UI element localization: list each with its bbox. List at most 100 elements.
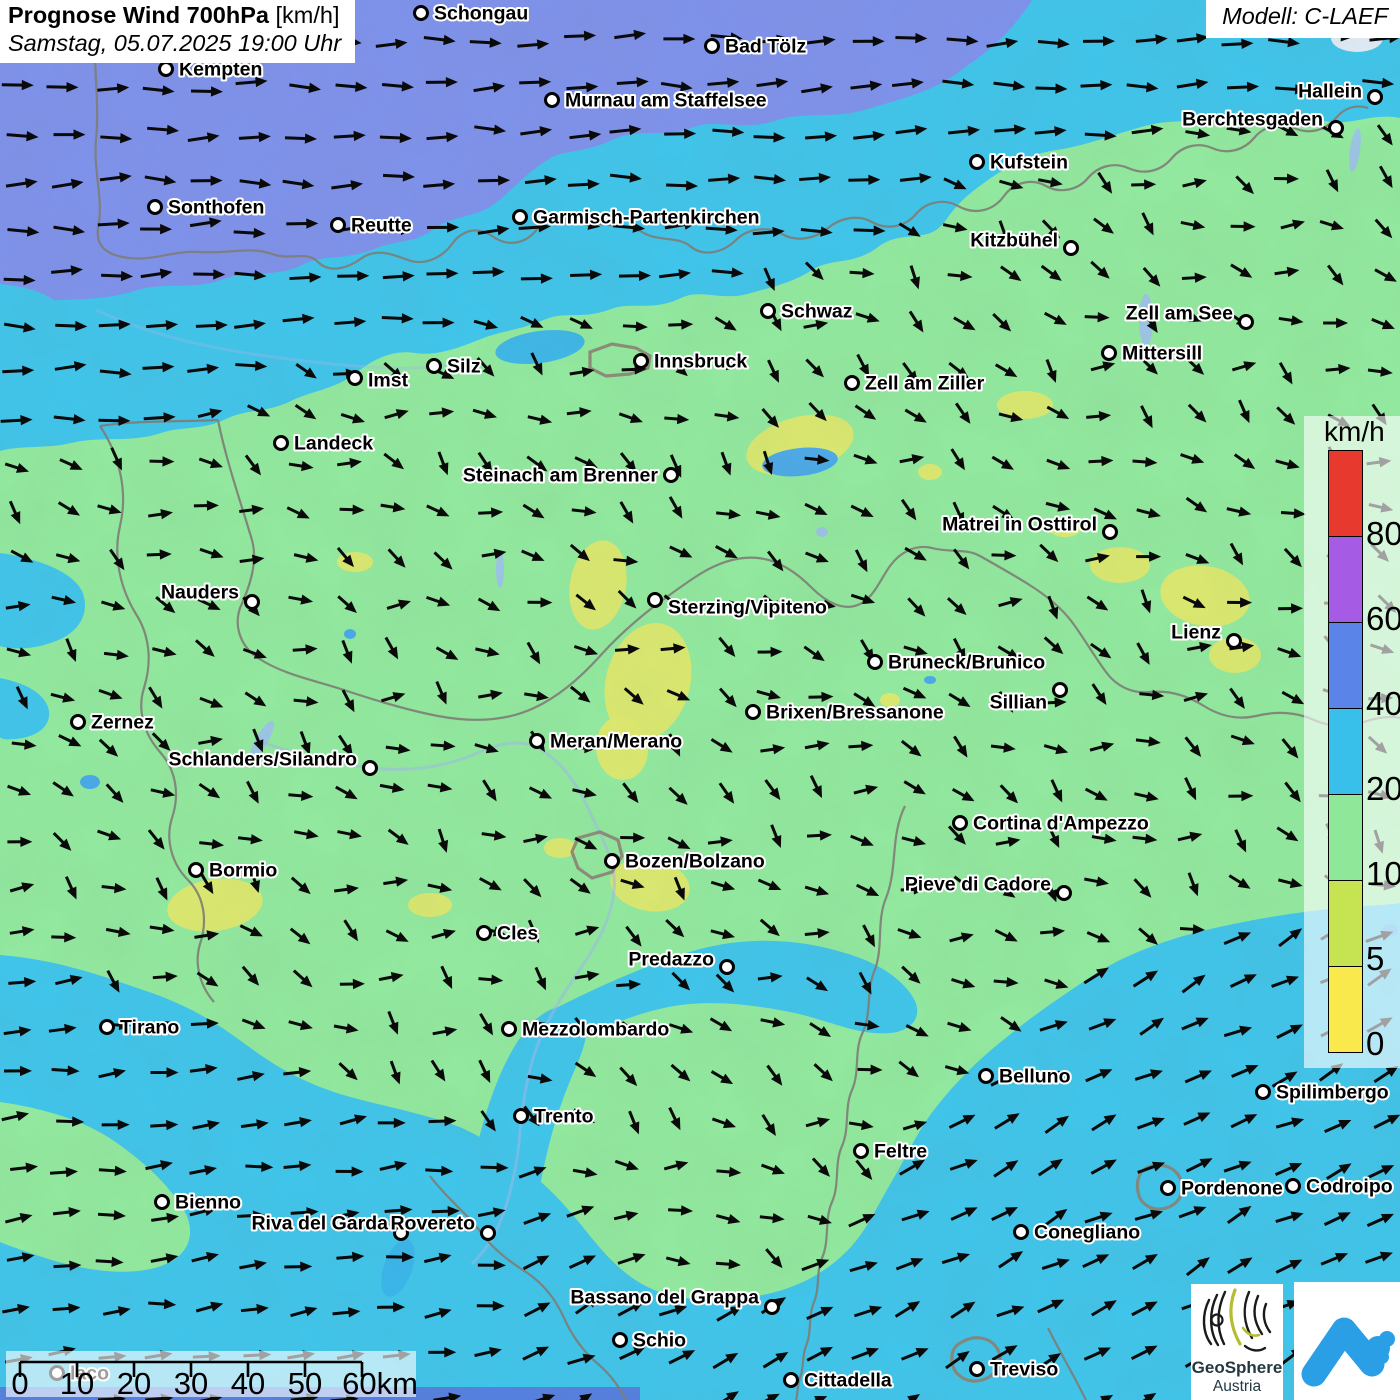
city-marker <box>1015 1226 1028 1239</box>
city-marker <box>531 735 544 748</box>
legend-tick-label: 60 <box>1366 600 1400 638</box>
geosphere-accent-line <box>1231 1290 1240 1344</box>
city-marker <box>954 817 967 830</box>
city-marker <box>482 1227 495 1240</box>
city-marker <box>1058 887 1071 900</box>
city-label: Brixen/Bressanone <box>766 702 944 724</box>
city-label: Kufstein <box>990 152 1068 174</box>
legend-tick-label: 40 <box>1366 685 1400 723</box>
city-marker <box>1103 347 1116 360</box>
city-marker <box>515 1110 528 1123</box>
city-label: Bad Tölz <box>725 36 806 58</box>
city-label: Kitzbühel <box>970 230 1058 252</box>
city-label: Silz <box>447 356 481 378</box>
city-label: Innsbruck <box>654 351 747 373</box>
city-label: Bassano del Grappa <box>570 1287 759 1309</box>
city-label: Tirano <box>120 1017 179 1039</box>
city-label: Bruneck/Brunico <box>888 652 1045 674</box>
city-marker <box>980 1070 993 1083</box>
city-label: Belluno <box>999 1066 1071 1088</box>
city-label: Schwaz <box>781 301 853 323</box>
city-marker <box>1054 684 1067 697</box>
city-marker <box>428 360 441 373</box>
city-label: Berchtesgaden <box>1182 109 1323 131</box>
scale-label: 60km <box>342 1366 416 1397</box>
scale-label: 20 <box>117 1366 151 1397</box>
legend-segment <box>1329 709 1362 795</box>
legend-segment <box>1329 795 1362 881</box>
legend-segment <box>1329 881 1362 967</box>
city-marker <box>149 201 162 214</box>
geosphere-contours-icon <box>1191 1284 1283 1358</box>
city-marker <box>1162 1182 1175 1195</box>
city-marker <box>614 1334 627 1347</box>
city-label: Codroipo <box>1306 1176 1393 1198</box>
city-marker <box>665 469 678 482</box>
map-canvas: SchongauBad TölzKemptenMurnau am Staffel… <box>0 0 1400 1400</box>
scale-ruler: 0102030405060km <box>6 1351 416 1397</box>
city-label: Bienno <box>175 1192 241 1214</box>
legend: km/h 806040201050 <box>1304 416 1400 1068</box>
city-label: Riva del Garda <box>251 1213 388 1235</box>
title-main: Prognose Wind 700hPa <box>8 2 269 28</box>
scale-label: 40 <box>231 1366 265 1397</box>
city-marker <box>503 1023 516 1036</box>
city-label: Garmisch-Partenkirchen <box>533 207 760 229</box>
city-label: Hallein <box>1298 81 1362 103</box>
city-label: Trento <box>534 1106 594 1128</box>
city-label: Rovereto <box>390 1213 475 1235</box>
city-label: Mittersill <box>1122 343 1202 365</box>
city-marker <box>1228 635 1241 648</box>
scale-label: 10 <box>60 1366 94 1397</box>
city-label: Schongau <box>434 3 528 25</box>
model-label: Modell: C-LAEF <box>1206 0 1400 38</box>
city-marker <box>785 1374 798 1387</box>
partner-logo-box <box>1294 1282 1400 1400</box>
city-label: Predazzo <box>628 949 714 971</box>
city-label: Conegliano <box>1034 1222 1140 1244</box>
city-label: Landeck <box>294 433 373 455</box>
city-label: Treviso <box>990 1359 1058 1381</box>
city-marker <box>190 864 203 877</box>
geosphere-logo-box: GeoSphere Austria <box>1191 1284 1283 1400</box>
city-marker <box>101 1021 114 1034</box>
title-unit: [km/h] <box>269 2 340 28</box>
city-label: Pordenone <box>1181 1178 1283 1200</box>
city-marker <box>747 706 760 719</box>
city-marker <box>1287 1180 1300 1193</box>
city-marker <box>606 855 619 868</box>
city-marker <box>855 1145 868 1158</box>
city-marker <box>478 927 491 940</box>
page-title: Prognose Wind 700hPa [km/h] <box>8 2 341 30</box>
city-label: Zernez <box>91 712 154 734</box>
city-marker <box>762 305 775 318</box>
city-marker <box>1065 242 1078 255</box>
city-label: Bormio <box>209 860 277 882</box>
legend-tick-label: 20 <box>1366 770 1400 808</box>
city-label: Steinach am Brenner <box>463 465 658 487</box>
city-marker <box>869 656 882 669</box>
city-label: Spilimbergo <box>1276 1082 1389 1104</box>
legend-segment <box>1329 623 1362 709</box>
legend-color-bar <box>1328 450 1363 1053</box>
city-marker <box>971 156 984 169</box>
scale-label: 0 <box>11 1366 28 1397</box>
city-marker <box>1330 122 1343 135</box>
city-label: Sterzing/Vipiteno <box>668 597 827 619</box>
city-label: Bozen/Bolzano <box>625 851 765 873</box>
city-marker <box>246 596 259 609</box>
scale-label: 50 <box>288 1366 322 1397</box>
city-label: Feltre <box>874 1141 927 1163</box>
city-label: Schlanders/Silandro <box>168 749 357 771</box>
city-marker <box>1104 526 1117 539</box>
legend-tick-label: 10 <box>1366 855 1400 893</box>
geosphere-accent-line2 <box>1243 1328 1259 1336</box>
city-marker <box>72 716 85 729</box>
city-label: Sonthofen <box>168 197 264 219</box>
city-label: Imst <box>368 370 409 392</box>
city-label: Matrei in Osttirol <box>942 514 1097 536</box>
city-label: Zell am See <box>1126 303 1233 325</box>
city-marker <box>1240 316 1253 329</box>
city-label: Pieve di Cadore <box>905 874 1051 896</box>
city-label: Murnau am Staffelsee <box>565 90 767 112</box>
